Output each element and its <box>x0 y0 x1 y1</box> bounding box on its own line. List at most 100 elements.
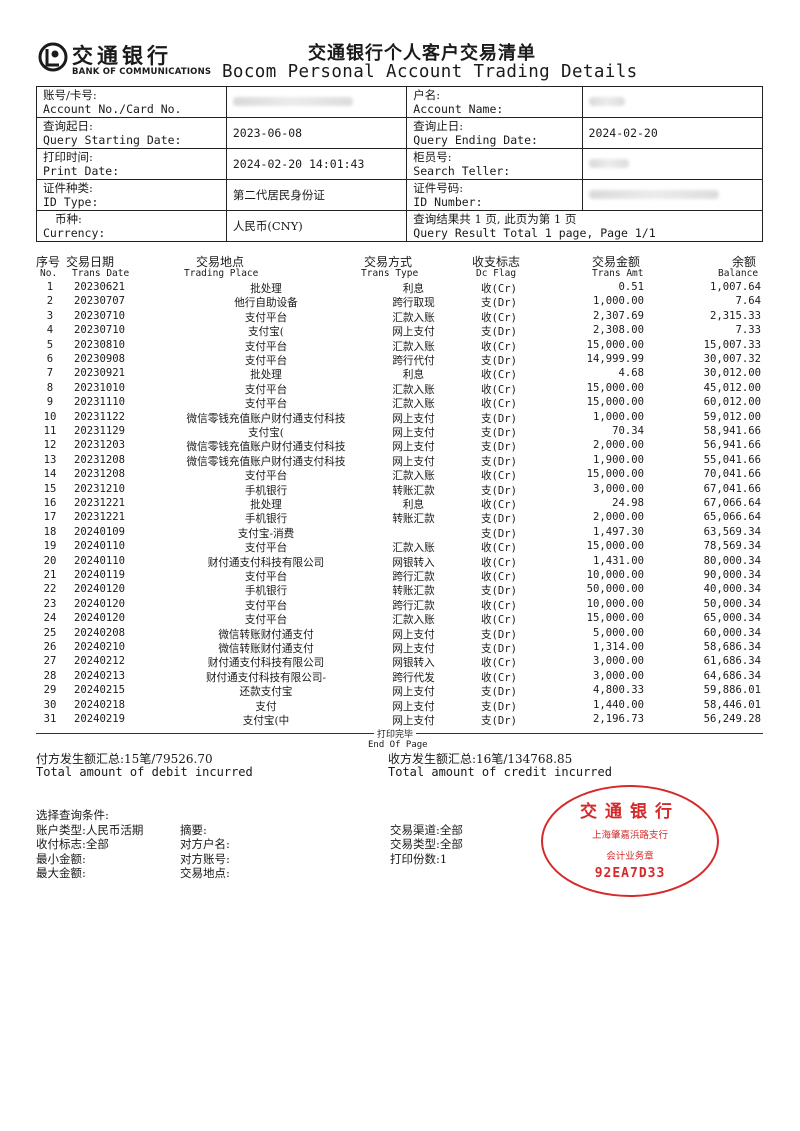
row-place: 批处理 <box>250 369 282 382</box>
query-result: 查询结果共 1 页, 此页为第 1 页 Query Result Total 1… <box>406 210 763 242</box>
table-row: 15 20231210 手机银行 转账汇款 支(Dr) 3,000.00 67,041.66 <box>36 483 763 497</box>
start-date-value: 2023-06-08 <box>225 117 408 149</box>
row-number: 27 <box>43 655 57 668</box>
table-row: 9 20231110 支付平台 汇款入账 收(Cr) 15,000.00 60,012.00 <box>36 396 763 410</box>
name-label-en: Account Name: <box>413 102 504 116</box>
row-balance: 80,000.34 <box>703 554 761 567</box>
id-type-label: 证件种类: ID Type: <box>36 179 227 211</box>
table-row: 30 20240218 支付 网上支付 支(Dr) 1,440.00 58,446.01 <box>36 699 763 713</box>
name-label-cn: 户名: <box>413 88 441 102</box>
table-row: 17 20231221 手机银行 转账汇款 支(Dr) 2,000.00 65,066.64 <box>36 511 763 525</box>
row-balance: 67,041.66 <box>703 482 761 495</box>
row-number: 22 <box>43 583 57 596</box>
row-place: 支付平台 <box>244 542 288 555</box>
row-number: 11 <box>43 425 57 437</box>
row-balance: 30,012.00 <box>703 367 761 380</box>
row-date: 20240219 <box>74 713 126 725</box>
row-balance: 78,569.34 <box>703 540 761 553</box>
row-place: 支付平台 <box>244 571 288 583</box>
row-type: 利息 <box>402 283 425 295</box>
row-type: 转账汇款 <box>392 484 435 497</box>
row-number: 15 <box>43 482 57 495</box>
row-place: 支付 <box>255 700 277 713</box>
cond-copies: 打印份数:1 <box>390 852 448 866</box>
currency-label: 币种: Currency: <box>36 210 227 242</box>
table-row: 27 20240212 财付通支付科技有限公司 网银转入 收(Cr) 3,000.00 61… <box>36 655 763 669</box>
row-number: 31 <box>43 713 57 725</box>
row-number: 7 <box>46 367 54 380</box>
row-type: 跨行汇款 <box>392 599 435 612</box>
row-amount: 10,000.00 <box>586 597 644 610</box>
row-balance: 7.64 <box>735 295 761 308</box>
col-date-en: Trans Date <box>72 268 130 279</box>
row-place: 财付通支付科技有限公司 <box>207 657 325 670</box>
row-balance: 7.33 <box>735 324 761 337</box>
row-place: 支付平台 <box>244 599 288 612</box>
table-row: 14 20231208 支付平台 汇款入账 收(Cr) 15,000.00 70,041.6… <box>36 468 763 482</box>
row-place: 财付通支付科技有限公司 <box>207 556 325 569</box>
row-number: 20 <box>43 554 57 567</box>
redacted-account-name <box>588 97 625 106</box>
row-place: 支付平台 <box>244 398 288 411</box>
row-number: 13 <box>43 453 57 466</box>
row-place: 支付平台 <box>244 355 288 367</box>
table-row: 16 20231221 批处理 利息 收(Cr) 24.98 67,066.64 <box>36 497 763 511</box>
col-no-en: No. <box>40 268 58 279</box>
print-date-value: 2024-02-20 14:01:43 <box>225 148 408 180</box>
row-date: 20240109 <box>74 525 126 538</box>
row-type: 网银转入 <box>392 657 435 670</box>
row-number: 24 <box>43 612 57 625</box>
row-place: 微信零钱充值账户财付通支付科技 <box>186 441 346 454</box>
row-amount: 1,314.00 <box>592 641 644 653</box>
id-number-value <box>581 179 764 211</box>
row-amount: 50,000.00 <box>586 583 644 596</box>
row-number: 8 <box>46 381 54 394</box>
row-type: 转账汇款 <box>392 513 435 526</box>
row-amount: 1,000.00 <box>592 410 644 423</box>
row-type: 网上支付 <box>392 326 435 339</box>
table-row: 20 20240110 财付通支付科技有限公司 网银转入 收(Cr) 1,431.00 80… <box>36 555 763 569</box>
row-amount: 70.34 <box>612 425 644 437</box>
row-type: 网上支付 <box>392 412 435 425</box>
currency-label-en: Currency: <box>43 226 106 240</box>
end-label-cn: 查询止日: <box>413 119 464 133</box>
col-type-en: Trans Type <box>361 268 419 279</box>
row-place: 财付通支付科技有限公司- <box>205 671 327 684</box>
row-number: 4 <box>46 324 54 337</box>
row-place: 支付平台 <box>244 470 288 483</box>
table-row: 19 20240110 支付平台 汇款入账 收(Cr) 15,000.00 78,569.3… <box>36 540 763 554</box>
row-number: 18 <box>43 525 57 538</box>
bank-name-cn: 交通银行 <box>72 44 172 68</box>
row-amount: 5,000.00 <box>592 626 644 639</box>
row-date: 20230710 <box>74 324 126 337</box>
row-date: 20240120 <box>74 583 126 596</box>
row-balance: 15,007.33 <box>703 338 761 351</box>
row-balance: 60,012.00 <box>703 396 761 409</box>
end-date-label: 查询止日: Query Ending Date: <box>406 117 583 149</box>
id-number-label: 证件号码: ID Number: <box>406 179 583 211</box>
table-row: 2 20230707 他行自助设备 跨行取现 支(Dr) 1,000.00 7.64 <box>36 295 763 309</box>
row-date: 20231122 <box>74 410 126 423</box>
row-date: 20240213 <box>74 669 126 682</box>
row-date: 20230921 <box>74 367 126 380</box>
row-amount: 3,000.00 <box>592 669 644 682</box>
row-balance: 58,446.01 <box>703 698 761 711</box>
credit-summary-en: Total amount of credit incurred <box>388 765 612 779</box>
id-type-value: 第二代居民身份证 <box>225 179 408 211</box>
row-date: 20231208 <box>74 468 126 481</box>
row-amount: 15,000.00 <box>586 381 644 394</box>
table-row: 23 20240120 支付平台 跨行汇款 收(Cr) 10,000.00 50,000.3… <box>36 598 763 612</box>
row-amount: 14,999.99 <box>586 353 644 365</box>
account-number-value <box>225 86 408 118</box>
row-amount: 3,000.00 <box>592 655 644 668</box>
table-row: 10 20231122 微信零钱充值账户财付通支付科技 网上支付 支(Dr) 1,000.… <box>36 411 763 425</box>
table-row: 28 20240213 财付通支付科技有限公司- 跨行代发 收(Cr) 3,000.00 6… <box>36 670 763 684</box>
row-number: 23 <box>43 597 57 610</box>
row-balance: 90,000.34 <box>703 569 761 581</box>
stamp-code: 92EA7D33 <box>594 866 666 881</box>
row-balance: 58,941.66 <box>703 425 761 437</box>
row-type: 汇款入账 <box>392 542 435 555</box>
row-amount: 15,000.00 <box>586 612 644 625</box>
row-balance: 56,249.28 <box>703 713 761 725</box>
row-amount: 15,000.00 <box>586 338 644 351</box>
